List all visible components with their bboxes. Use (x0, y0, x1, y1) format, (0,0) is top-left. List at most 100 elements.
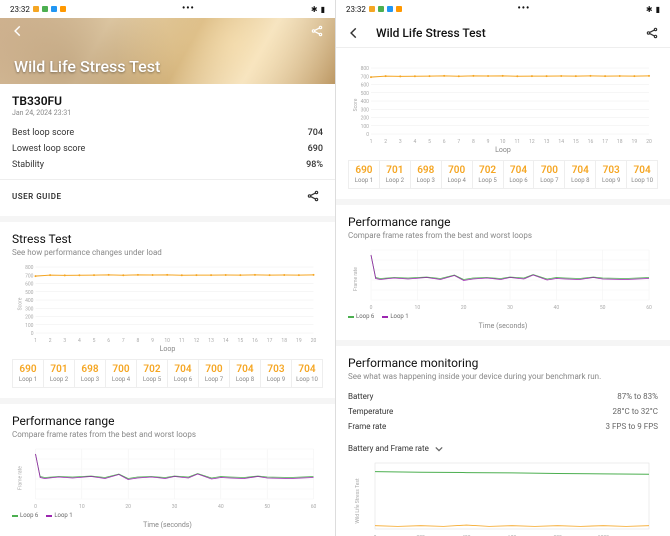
svg-text:6: 6 (107, 338, 110, 343)
stress-chart: 0100200300400500600700800123456789101112… (12, 265, 323, 343)
stress-test-card: 0100200300400500600700800123456789101112… (336, 48, 670, 199)
loop-cell[interactable]: 703Loop 9 (596, 161, 627, 188)
loop-cell[interactable]: 704Loop 10 (627, 161, 657, 188)
monitor-metric-row: Battery87% to 83% (348, 389, 658, 404)
chart-x-label: Time (seconds) (12, 521, 323, 529)
loop-cell[interactable]: 698Loop 3 (75, 360, 106, 387)
svg-text:300: 300 (25, 306, 34, 312)
svg-text:600: 600 (25, 282, 34, 288)
monitor-metric-dropdown[interactable]: Battery and Frame rate (348, 440, 443, 457)
content-scroll[interactable]: 0100200300400500600700800123456789101112… (336, 48, 670, 536)
svg-text:2: 2 (384, 139, 387, 144)
svg-text:20: 20 (311, 338, 317, 343)
performance-range-card: Performance range Compare frame rates fr… (336, 205, 670, 340)
content-scroll[interactable]: TB330FU Jan 24, 2024 23:31 Best loop sco… (0, 84, 335, 536)
loop-cell[interactable]: 690Loop 1 (349, 161, 380, 188)
chart-x-label: Loop (348, 146, 658, 154)
status-indicator (378, 6, 384, 12)
loop-cell[interactable]: 702Loop 5 (137, 360, 168, 387)
page-title: Wild Life Stress Test (14, 57, 160, 76)
svg-text:12: 12 (529, 139, 535, 144)
svg-text:400: 400 (361, 99, 370, 105)
loop-cell[interactable]: 704Loop 6 (168, 360, 199, 387)
loop-cell[interactable]: 704Loop 8 (230, 360, 261, 387)
loop-cell[interactable]: 700Loop 4 (106, 360, 137, 387)
metric-row: Stability98% (12, 157, 323, 173)
svg-text:17: 17 (267, 338, 273, 343)
metric-row: Lowest loop score690 (12, 141, 323, 157)
svg-text:18: 18 (617, 139, 623, 144)
loop-cell[interactable]: 700Loop 4 (442, 161, 473, 188)
svg-text:11: 11 (179, 338, 185, 343)
svg-text:9: 9 (151, 338, 154, 343)
loop-cell[interactable]: 703Loop 9 (261, 360, 292, 387)
svg-text:6: 6 (443, 139, 446, 144)
loop-cell[interactable]: 704Loop 6 (504, 161, 535, 188)
status-indicator (42, 6, 48, 12)
loop-cell[interactable]: 701Loop 2 (44, 360, 75, 387)
loop-cell[interactable]: 704Loop 10 (292, 360, 322, 387)
share-button[interactable] (303, 186, 323, 206)
page-title: Wild Life Stress Test (376, 26, 642, 40)
loop-cell[interactable]: 700Loop 7 (199, 360, 230, 387)
svg-text:2: 2 (49, 338, 52, 343)
loop-cell[interactable]: 698Loop 3 (411, 161, 442, 188)
svg-text:300: 300 (361, 107, 370, 113)
svg-text:8: 8 (472, 139, 475, 144)
bluetooth-icon: ✱ (311, 5, 318, 14)
notch-indicator: ••• (518, 4, 531, 14)
status-indicator (51, 6, 57, 12)
svg-text:16: 16 (588, 139, 594, 144)
section-title: Performance monitoring (348, 356, 658, 370)
svg-text:5: 5 (93, 338, 96, 343)
chart-legend: Loop 6 Loop 1 (348, 313, 658, 320)
svg-text:10: 10 (79, 504, 85, 509)
svg-text:700: 700 (25, 273, 34, 279)
svg-text:9: 9 (487, 139, 490, 144)
share-button[interactable] (642, 23, 662, 43)
svg-text:Frame rate: Frame rate (353, 267, 359, 291)
status-bar: 23:32 ••• ✱ ▮ (336, 0, 670, 18)
loop-cell[interactable]: 702Loop 5 (473, 161, 504, 188)
svg-text:12: 12 (194, 338, 200, 343)
svg-text:19: 19 (296, 338, 302, 343)
back-button[interactable] (344, 23, 364, 43)
monitor-metric-row: Temperature28°C to 32°C (348, 404, 658, 419)
svg-text:19: 19 (632, 139, 638, 144)
loop-cell[interactable]: 701Loop 2 (380, 161, 411, 188)
monitor-metric-row: Frame rate3 FPS to 9 FPS (348, 419, 658, 434)
svg-text:100: 100 (25, 323, 34, 329)
signal-icon: ▮ (321, 5, 325, 14)
share-button[interactable] (307, 21, 327, 41)
svg-text:400: 400 (25, 298, 34, 304)
svg-text:14: 14 (558, 139, 564, 144)
svg-text:11: 11 (515, 139, 521, 144)
chart-x-label: Time (seconds) (348, 322, 658, 330)
status-indicator (396, 6, 402, 12)
svg-text:5: 5 (428, 139, 431, 144)
svg-text:20: 20 (646, 139, 652, 144)
svg-text:50: 50 (264, 504, 270, 509)
loop-cell[interactable]: 704Loop 8 (565, 161, 596, 188)
loop-cell[interactable]: 700Loop 7 (534, 161, 565, 188)
status-time: 23:32 (346, 5, 366, 14)
svg-text:40: 40 (218, 504, 224, 509)
chart-legend: Loop 6 Loop 1 (12, 512, 323, 519)
back-button[interactable] (8, 21, 28, 41)
section-subtitle: Compare frame rates from the best and wo… (12, 430, 323, 439)
screen-left: 23:32 ••• ✱ ▮ Wild Life Stress Test TB33… (0, 0, 335, 536)
device-card: TB330FU Jan 24, 2024 23:31 Best loop sco… (0, 84, 335, 216)
svg-text:30: 30 (172, 504, 178, 509)
device-name: TB330FU (12, 94, 323, 108)
section-subtitle: See what was happening inside your devic… (348, 372, 658, 381)
svg-text:0: 0 (31, 331, 34, 337)
status-time: 23:32 (10, 5, 30, 14)
svg-text:18: 18 (281, 338, 287, 343)
svg-text:40: 40 (554, 305, 560, 310)
user-guide-link[interactable]: USER GUIDE (12, 192, 61, 201)
svg-text:10: 10 (164, 338, 170, 343)
status-bar: 23:32 ••• ✱ ▮ (0, 0, 335, 18)
loop-cell[interactable]: 690Loop 1 (13, 360, 44, 387)
svg-text:20: 20 (125, 504, 131, 509)
svg-text:0: 0 (34, 504, 37, 509)
